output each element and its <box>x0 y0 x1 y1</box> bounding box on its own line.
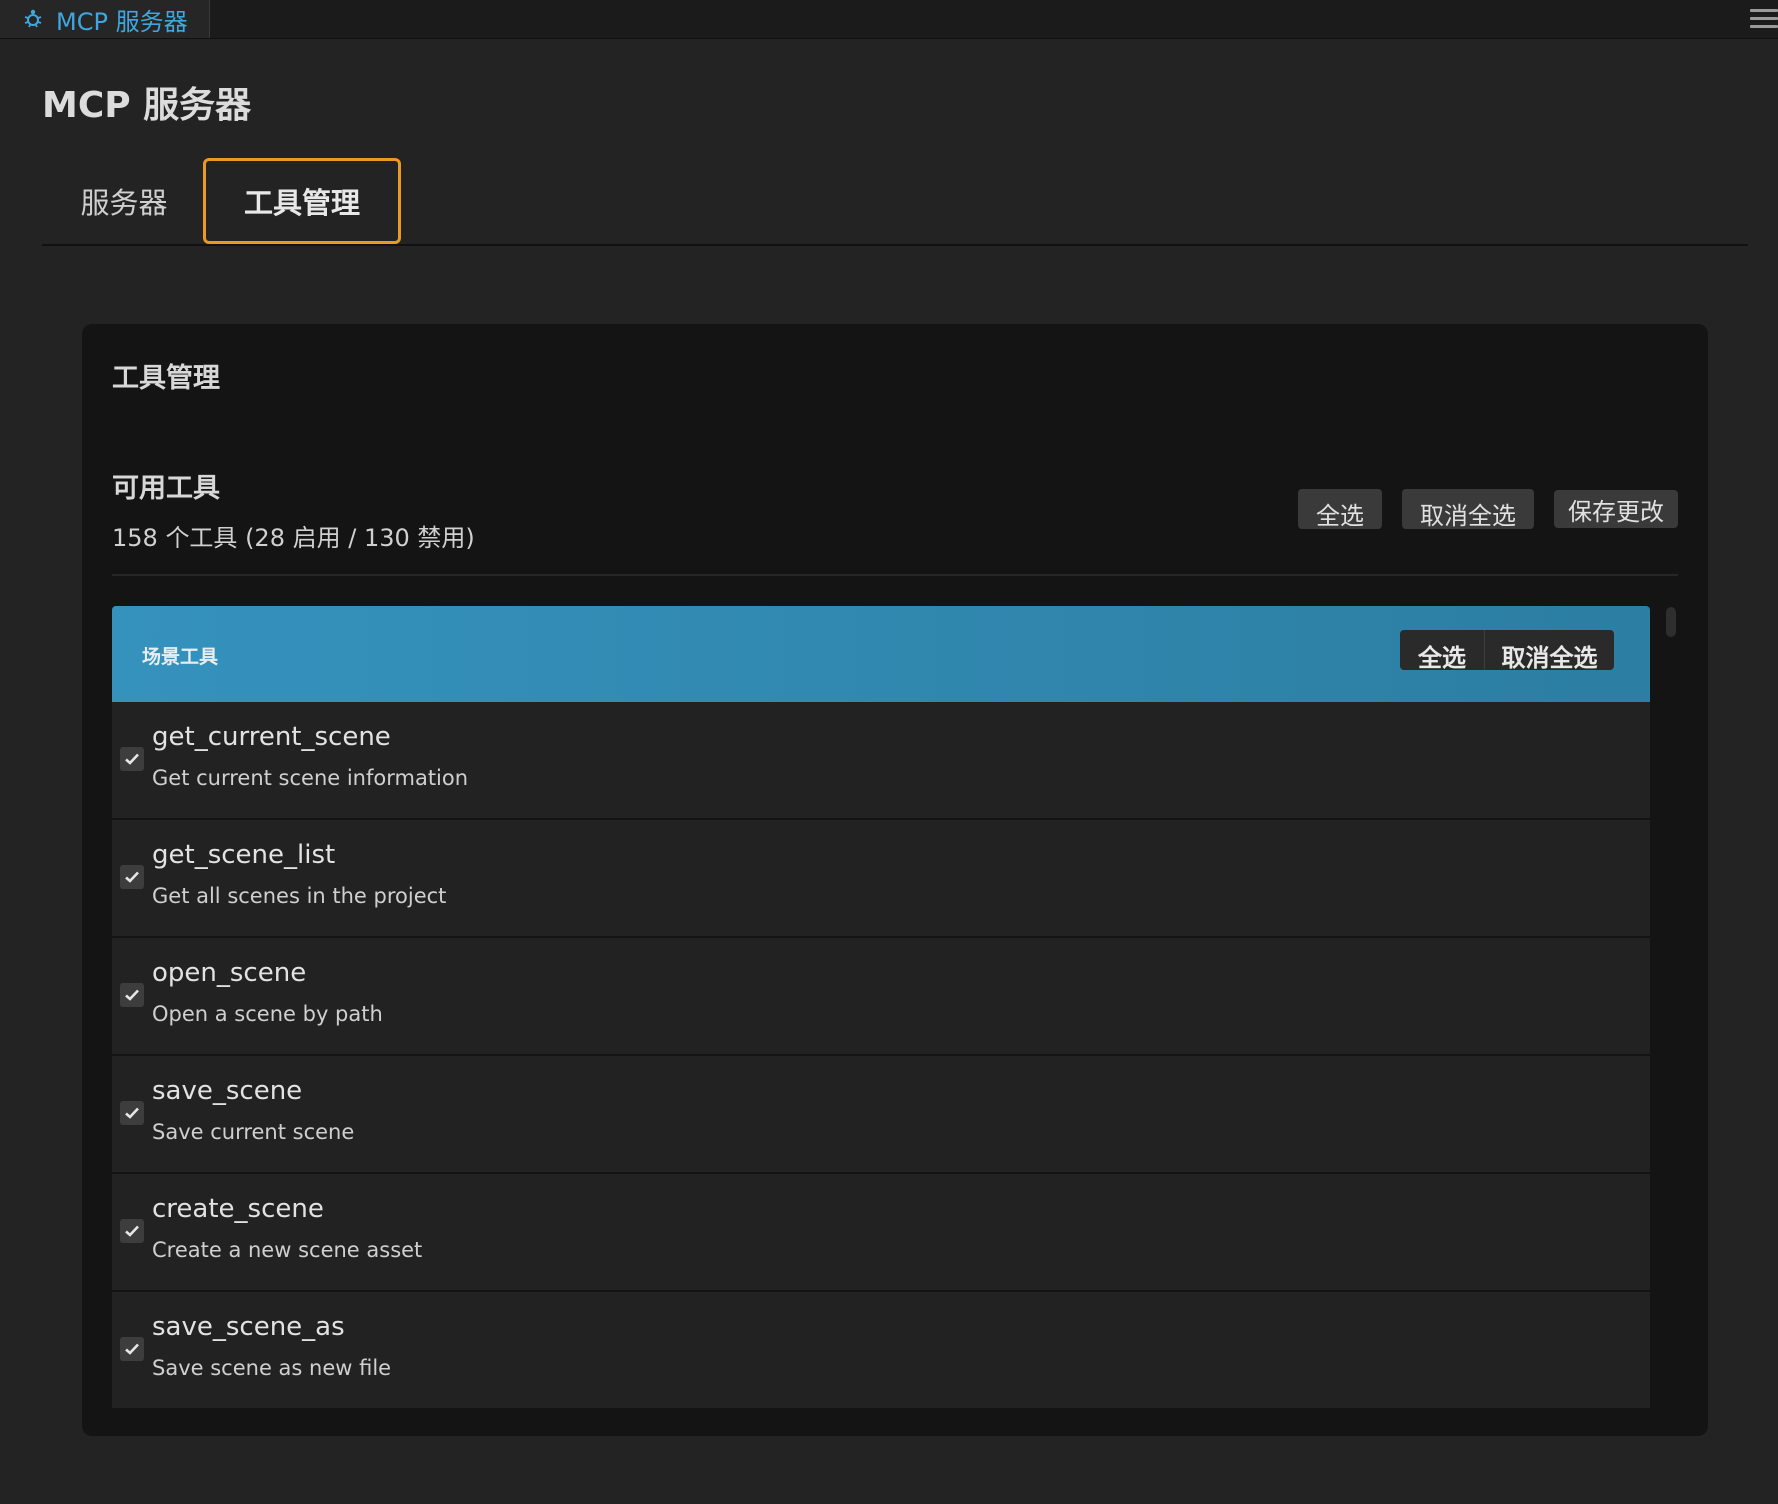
tool-description: Get current scene information <box>152 766 469 790</box>
tab-servers[interactable]: 服务器 <box>62 158 186 244</box>
tool-row: create_scene Create a new scene asset <box>112 1174 1650 1292</box>
group-title: 场景工具 <box>142 646 219 668</box>
tool-checkbox[interactable] <box>120 1337 144 1361</box>
tool-count-text: 158 个工具 (28 启用 / 130 禁用) <box>112 524 475 552</box>
tool-name: get_current_scene <box>152 722 391 752</box>
checkmark-icon <box>125 1343 139 1355</box>
window-title: MCP 服务器 <box>56 7 188 36</box>
tool-name: get_scene_list <box>152 840 336 870</box>
save-changes-button[interactable]: 保存更改 <box>1554 490 1678 528</box>
group-header: 场景工具 全选 取消全选 <box>112 606 1650 702</box>
tool-row: save_scene_as Save scene as new file <box>112 1292 1650 1410</box>
tool-description: Open a scene by path <box>152 1002 383 1026</box>
divider <box>112 574 1678 576</box>
title-bar: MCP 服务器 <box>0 0 1778 39</box>
tab-bar: 服务器 工具管理 <box>42 158 1748 246</box>
tab-tool-management[interactable]: 工具管理 <box>203 158 401 244</box>
page-title: MCP 服务器 <box>42 85 252 126</box>
tool-name: save_scene_as <box>152 1312 345 1342</box>
tool-row: get_current_scene Get current scene info… <box>112 702 1650 820</box>
group-select-all-button[interactable]: 全选 <box>1400 630 1484 672</box>
tool-row: save_scene Save current scene <box>112 1056 1650 1174</box>
checkmark-icon <box>125 1107 139 1119</box>
hamburger-menu-icon[interactable] <box>1750 4 1778 32</box>
tool-name: create_scene <box>152 1194 324 1224</box>
tool-description: Get all scenes in the project <box>152 884 447 908</box>
gear-bug-icon <box>20 6 46 32</box>
tool-name: open_scene <box>152 958 307 988</box>
checkmark-icon <box>125 753 139 765</box>
group-deselect-all-button[interactable]: 取消全选 <box>1484 630 1614 672</box>
checkmark-icon <box>125 871 139 883</box>
checkmark-icon <box>125 989 139 1001</box>
panel-title: 工具管理 <box>112 363 220 394</box>
tool-checkbox[interactable] <box>120 1101 144 1125</box>
available-tools-title: 可用工具 <box>112 473 220 504</box>
tool-checkbox[interactable] <box>120 1219 144 1243</box>
deselect-all-button[interactable]: 取消全选 <box>1402 489 1534 530</box>
tool-management-panel: 工具管理 可用工具 158 个工具 (28 启用 / 130 禁用) 全选 取消… <box>82 324 1708 1436</box>
tool-description: Create a new scene asset <box>152 1238 423 1262</box>
scrollbar[interactable] <box>1666 607 1676 637</box>
tool-name: save_scene <box>152 1076 303 1106</box>
tool-description: Save current scene <box>152 1120 355 1144</box>
tool-list: get_current_scene Get current scene info… <box>112 702 1650 1410</box>
tool-description: Save scene as new file <box>152 1356 392 1380</box>
tool-checkbox[interactable] <box>120 747 144 771</box>
tool-row: get_scene_list Get all scenes in the pro… <box>112 820 1650 938</box>
window-tab[interactable]: MCP 服务器 <box>0 0 210 38</box>
checkmark-icon <box>125 1225 139 1237</box>
tool-row: open_scene Open a scene by path <box>112 938 1650 1056</box>
tool-group-scene: 场景工具 全选 取消全选 get_current_scene Get curre… <box>112 606 1650 1436</box>
tool-checkbox[interactable] <box>120 865 144 889</box>
tool-checkbox[interactable] <box>120 983 144 1007</box>
select-all-button[interactable]: 全选 <box>1298 489 1382 530</box>
